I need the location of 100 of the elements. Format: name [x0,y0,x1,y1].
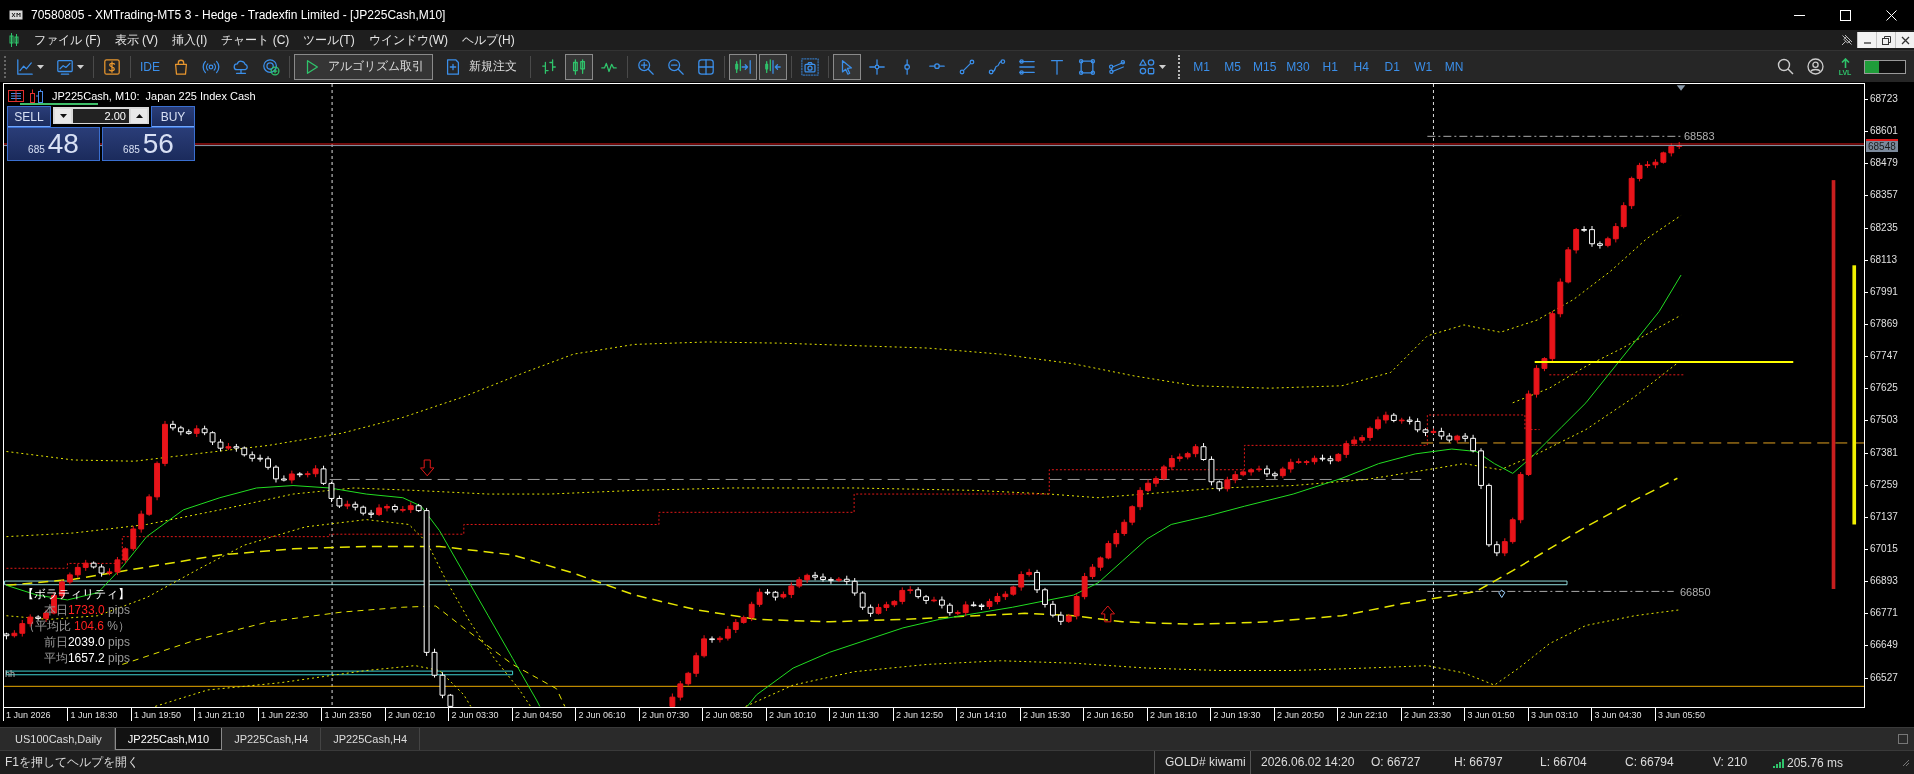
price-level-label: 66850 [1680,586,1711,598]
time-axis-label: 1 Jun 23:50 [321,708,372,721]
price-axis-label: 68235 [1865,221,1898,234]
shopping-bag-icon [172,57,190,76]
candlestick-icon [9,33,19,47]
time-axis-label: 2 Jun 23:30 [1400,708,1451,721]
trend-line-icon [958,57,976,76]
camera-icon [801,57,819,76]
menu-item[interactable]: ウインドウ(W) [361,30,455,50]
line-chart-icon [16,57,34,76]
menu-item[interactable]: ツール(T) [296,30,362,50]
time-axis-label: 2 Jun 19:30 [1210,708,1261,721]
chart-title: JP225Cash, M10: Japan 225 Index Cash [52,90,256,102]
time-axis-label: 2 Jun 04:50 [511,708,562,721]
decrease-button[interactable] [55,108,71,123]
candles-button[interactable] [565,53,593,80]
shapes-icon [1138,57,1156,76]
time-axis-label: 2 Jun 12:50 [892,708,943,721]
autoscroll-button[interactable] [729,53,757,80]
menu-item[interactable]: 表示 (V) [107,30,165,50]
price-axis-label: 67015 [1865,543,1898,555]
timeframe-button[interactable]: D1 [1376,53,1408,80]
timeframe-button[interactable]: M1 [1186,53,1217,80]
horizontal-lines-icon [1018,57,1036,76]
caret-up-icon [135,113,143,118]
close-price: C: 66794 [1624,754,1675,771]
menu-item[interactable]: チャート (C) [214,30,297,50]
menu-item[interactable]: ファイル (F) [27,30,108,50]
ide-button[interactable]: IDE [135,53,165,80]
up-arrow-icon [1840,57,1850,68]
algo-trading-button[interactable]: アルゴリズム取引 [294,53,433,80]
price-axis-label: 67137 [1865,510,1898,523]
restore-button[interactable] [1876,32,1895,48]
time-axis-label: 2 Jun 10:10 [765,708,816,721]
close-button[interactable] [1895,32,1914,48]
ping-time: 205.76 ms [1787,755,1844,770]
price-axis-label: 67259 [1865,478,1898,491]
volume-field[interactable]: 2.00 [73,108,129,123]
price-axis-label: 68601 [1865,125,1898,138]
search-icon [1776,58,1794,75]
timeframe-button[interactable]: H1 [1314,53,1346,80]
candlestick-icon [570,57,588,76]
help-hint: F1を押してヘルプを開く [4,754,140,771]
price-axis-label: 66771 [1865,607,1898,620]
time-axis-label: 1 Jun 19:50 [130,708,181,721]
price-axis-label: 68479 [1865,157,1898,170]
tab-list-button[interactable] [1898,734,1908,744]
square-nodes-icon [1078,57,1096,76]
bars-arrow-left-icon [764,57,782,76]
minimize-icon [1793,14,1805,16]
time-axis-label: 1 Jun 2026 [3,708,51,721]
timeframe-button[interactable]: M30 [1281,53,1315,80]
time-axis-label: 3 Jun 01:50 [1464,708,1515,721]
signal-icon [1773,757,1784,768]
menu-item[interactable]: 挿入(I) [165,30,215,50]
price-axis-label: 68723 [1865,93,1898,105]
pin-icon [1841,34,1853,46]
bars-arrow-right-icon [734,57,752,76]
time-axis-label: 2 Jun 16:50 [1083,708,1134,721]
shift-marker-icon [1676,85,1686,91]
timeframe-button[interactable]: M5 [1217,53,1248,80]
parallel-lines-icon [1108,57,1126,76]
resize-grip-icon [1901,758,1910,767]
new-order-button[interactable]: 新規注文 [435,53,526,80]
volatility-line: （平均比 104.6 %） [22,618,130,634]
sell-price-button[interactable]: 685 48 [7,127,100,161]
chart-shift-button[interactable] [759,53,787,80]
cursor-button[interactable] [833,53,861,80]
volatility-line: 前日2039.0 pips [43,634,130,650]
minimize-icon [1862,41,1872,44]
curve-nodes-icon [988,57,1006,76]
chart-tab[interactable]: JP225Cash,M10 [114,728,223,750]
buy-price-button[interactable]: 685 56 [102,127,195,161]
timeframe-button[interactable]: H4 [1345,53,1377,80]
menu-item[interactable]: ヘルプ(H) [455,30,522,50]
profile-name: GOLD# kiwami [1154,751,1251,774]
time-axis-label: 2 Jun 18:10 [1146,708,1197,721]
document-plus-icon [444,57,462,76]
close-icon [1885,9,1897,21]
buy-button[interactable]: BUY [151,106,195,127]
timeframe-button[interactable]: W1 [1407,53,1439,80]
price-axis-label: 67991 [1865,285,1898,298]
price-level-label: 68583 [1684,130,1715,142]
time-axis-label: 3 Jun 05:50 [1654,708,1705,721]
dollar-icon [103,57,121,76]
increase-button[interactable] [131,108,147,123]
zoom-out-icon [667,57,685,76]
time-axis-label: 2 Jun 15:30 [1019,708,1070,721]
monitor-chart-icon [56,57,74,76]
timeframe-button[interactable]: MN [1438,53,1470,80]
restore-icon [1881,35,1891,45]
zoom-in-icon [637,57,655,76]
sell-button[interactable]: SELL [7,106,51,127]
low-price: L: 66704 [1539,754,1588,771]
time-axis-label: 2 Jun 20:50 [1273,708,1324,721]
time-axis-label: 3 Jun 03:10 [1527,708,1578,721]
current-price-label: 68548 [1866,139,1898,152]
time-axis-label: 2 Jun 02:10 [384,708,435,721]
timeframe-button[interactable]: M15 [1248,53,1282,80]
minimize-button[interactable] [1857,32,1876,48]
